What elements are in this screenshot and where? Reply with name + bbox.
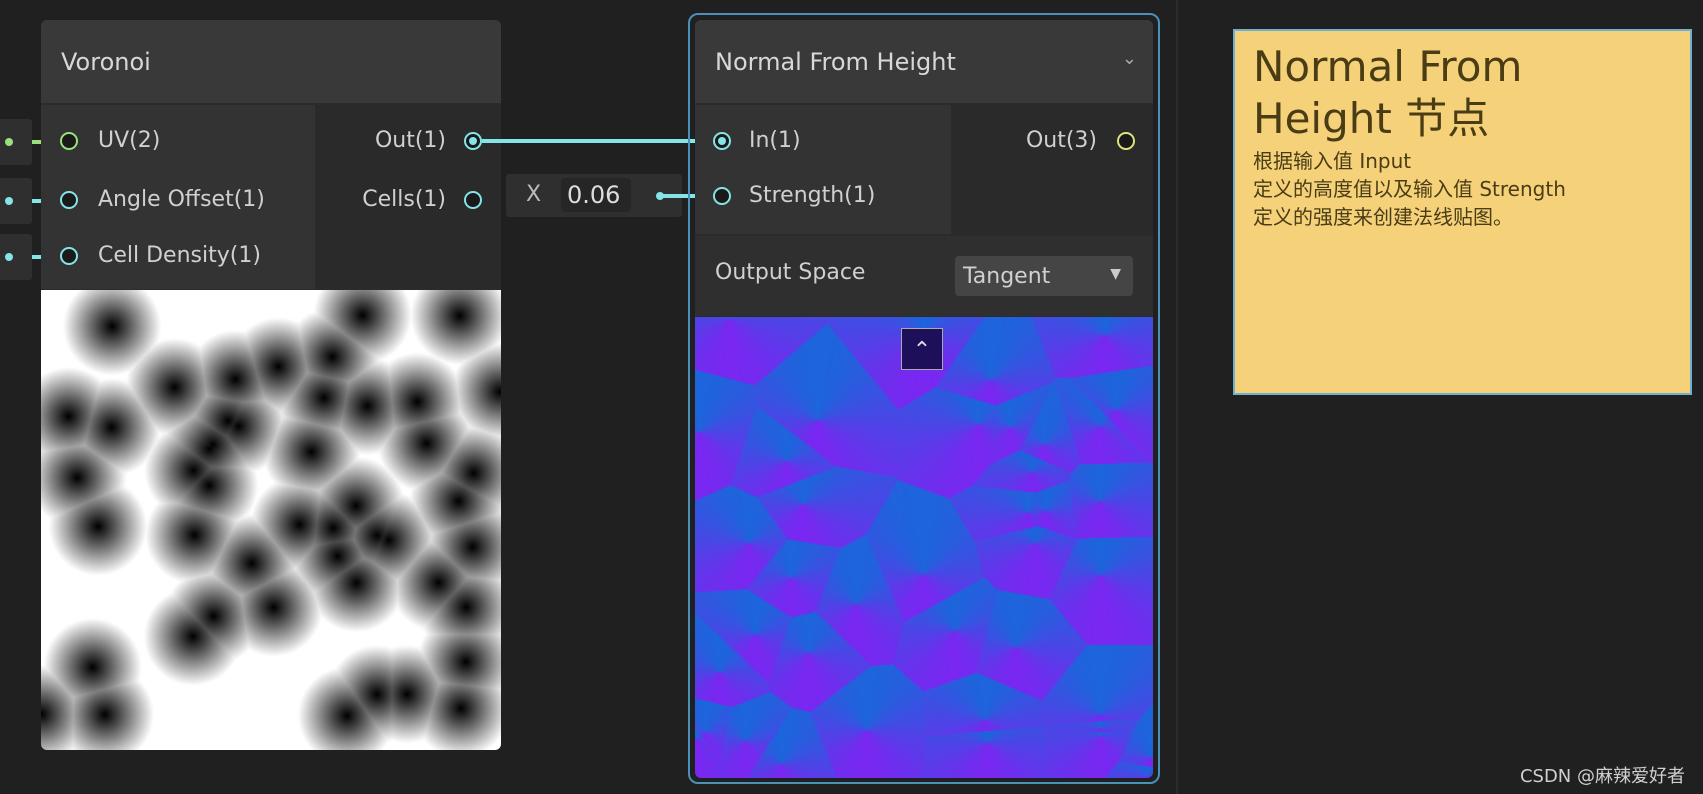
port-label-out: Out(1) [374, 128, 446, 153]
output-space-dropdown[interactable]: Tangent ▼ [955, 256, 1133, 296]
node-header[interactable]: Voronoi [41, 20, 501, 103]
port-in[interactable] [713, 132, 731, 150]
sticky-note-body[interactable]: 根据输入值 Input 定义的高度值以及输入值 Strength 定义的强度来创… [1253, 147, 1672, 231]
node-title: Normal From Height [715, 47, 956, 76]
port-label-out3: Out(3) [1025, 128, 1097, 153]
port-label-cells: Cells(1) [362, 187, 446, 212]
port-out3[interactable] [1117, 132, 1135, 150]
chevron-down-icon[interactable]: ⌄ [1122, 48, 1137, 69]
port-angle-offset[interactable] [60, 191, 78, 209]
input-ports [695, 105, 951, 234]
axis-label: X [526, 182, 542, 207]
port-label-uv: UV(2) [98, 128, 161, 153]
port-label-angle-offset: Angle Offset(1) [98, 187, 265, 212]
output-space-label: Output Space [715, 260, 866, 285]
node-title: Voronoi [61, 47, 151, 76]
port-label-in: In(1) [749, 128, 801, 153]
port-uv[interactable] [60, 132, 78, 150]
note-line: 根据输入值 Input [1253, 149, 1412, 173]
port-cells[interactable] [464, 191, 482, 209]
output-ports [952, 105, 1153, 234]
stub-port-dot[interactable] [5, 197, 13, 205]
dropdown-value: Tangent [963, 264, 1051, 289]
sticky-note-title[interactable]: Normal From Height 节点 [1253, 41, 1593, 145]
stub-port-dot[interactable] [5, 138, 13, 146]
dropdown-arrow-icon: ▼ [1110, 266, 1121, 282]
strength-inline-input: X 0.06 [506, 174, 682, 217]
panel-divider [1176, 0, 1178, 794]
port-label-cell-density: Cell Density(1) [98, 243, 261, 268]
port-label-strength: Strength(1) [749, 183, 876, 208]
stub-port-dot[interactable] [5, 253, 13, 261]
output-space-row: Output Space Tangent ▼ [695, 236, 1153, 316]
watermark: CSDN @麻辣爱好者 [1519, 766, 1685, 787]
note-line: 定义的强度来创建法线贴图。 [1253, 205, 1513, 229]
strength-value-field[interactable]: 0.06 [561, 178, 631, 212]
node-header[interactable]: Normal From Height ⌄ [695, 20, 1153, 103]
port-cell-density[interactable] [60, 247, 78, 265]
sticky-note[interactable]: Normal From Height 节点 根据输入值 Input 定义的高度值… [1233, 29, 1692, 395]
normal-map-preview [695, 317, 1153, 778]
voronoi-preview [41, 290, 501, 750]
note-line: 定义的高度值以及输入值 Strength [1253, 177, 1566, 201]
chevron-up-icon[interactable]: ⌃ [901, 328, 943, 370]
port-strength[interactable] [713, 187, 731, 205]
connection-wire [482, 139, 722, 143]
port-out[interactable] [464, 132, 482, 150]
